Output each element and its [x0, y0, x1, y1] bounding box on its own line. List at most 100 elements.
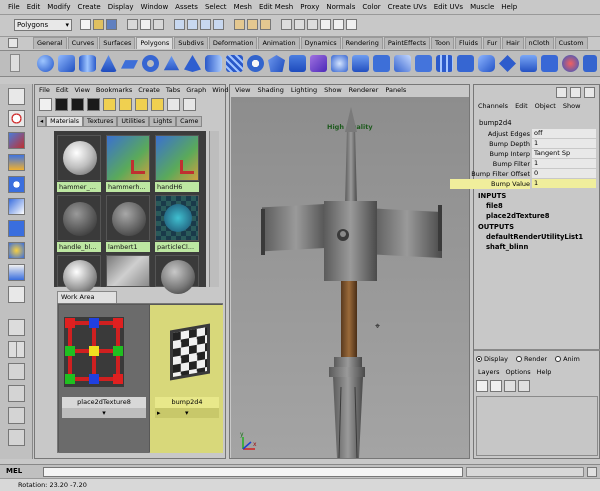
- material-swatch[interactable]: [155, 255, 199, 294]
- input-node[interactable]: file8: [486, 202, 503, 210]
- menu-edit-uvs[interactable]: Edit UVs: [434, 3, 463, 11]
- shelf-tab-subdivs[interactable]: Subdivs: [174, 37, 208, 49]
- vp-menu-view[interactable]: View: [235, 86, 250, 95]
- hs-tab-cameras[interactable]: Came: [176, 116, 203, 127]
- new-scene-icon[interactable]: [80, 19, 91, 30]
- shelf-tab-animation[interactable]: Animation: [258, 37, 300, 49]
- shelf-tab-rendering[interactable]: Rendering: [341, 37, 383, 49]
- cb-menu-channels[interactable]: Channels: [478, 102, 508, 110]
- display-layer-radio[interactable]: Display: [476, 355, 508, 363]
- material-swatch[interactable]: [106, 135, 150, 181]
- extrude-icon[interactable]: [352, 55, 369, 72]
- menu-window[interactable]: Window: [141, 3, 169, 11]
- material-swatch[interactable]: [106, 195, 150, 241]
- hs-tab-materials[interactable]: Materials: [46, 116, 84, 127]
- material-swatch[interactable]: [155, 135, 199, 181]
- menu-proxy[interactable]: Proxy: [300, 3, 319, 11]
- soft-mod-tool-icon[interactable]: [8, 242, 25, 259]
- cb-menu-show[interactable]: Show: [563, 102, 581, 110]
- poly-sphere-icon[interactable]: [37, 55, 54, 72]
- layer-editor-mode-icon[interactable]: [570, 87, 581, 98]
- poly-plane-icon[interactable]: [121, 60, 138, 69]
- place2d-texture-node[interactable]: place2dTexture8 ▾: [59, 305, 149, 453]
- shelf-tab-surfaces[interactable]: Surfaces: [99, 37, 136, 49]
- shelf-tab-general[interactable]: General: [33, 37, 67, 49]
- layer-down-icon[interactable]: [518, 380, 530, 392]
- layer-up-icon[interactable]: [504, 380, 516, 392]
- select-component-icon[interactable]: [153, 19, 164, 30]
- node-expand-icon[interactable]: ▸ ▾: [155, 408, 219, 418]
- show-manipulator-icon[interactable]: [8, 264, 25, 281]
- hs-menu-bookmarks[interactable]: Bookmarks: [96, 86, 132, 95]
- menu-color[interactable]: Color: [362, 3, 380, 11]
- attr-value-field[interactable]: off: [532, 129, 596, 138]
- four-view-layout-icon[interactable]: [8, 341, 25, 358]
- hs-arrow-right-icon[interactable]: [119, 98, 132, 111]
- poly-pyramid-icon[interactable]: [184, 55, 201, 72]
- poly-torus-icon[interactable]: [142, 55, 159, 72]
- scale-tool-icon[interactable]: [8, 198, 25, 215]
- layer-menu-layers[interactable]: Layers: [478, 368, 500, 376]
- menu-modify[interactable]: Modify: [47, 3, 70, 11]
- shelf-tab-polygons[interactable]: Polygons: [136, 37, 174, 49]
- attr-value-field[interactable]: Tangent Sp: [532, 149, 596, 158]
- command-language-label[interactable]: MEL: [6, 467, 22, 475]
- input-output-icon[interactable]: [294, 19, 305, 30]
- shelf-tab-paint-effects[interactable]: PaintEffects: [383, 37, 431, 49]
- menu-edit-mesh[interactable]: Edit Mesh: [259, 3, 293, 11]
- select-tool-icon[interactable]: [8, 88, 25, 105]
- panel-divider[interactable]: [474, 349, 600, 351]
- poly-soccer-ball-icon[interactable]: [247, 55, 264, 72]
- vp-menu-shading[interactable]: Shading: [257, 86, 283, 95]
- ipr-render-icon[interactable]: [247, 19, 258, 30]
- shelf-tab-toon[interactable]: Toon: [431, 37, 454, 49]
- vp-menu-renderer[interactable]: Renderer: [349, 86, 379, 95]
- hammer-model[interactable]: [231, 97, 469, 458]
- snap-surface-icon[interactable]: [213, 19, 224, 30]
- split-mode-icon[interactable]: [584, 87, 595, 98]
- append-polygon-icon[interactable]: [394, 55, 411, 72]
- layer-list[interactable]: [476, 396, 598, 456]
- hs-tab-textures[interactable]: Textures: [83, 116, 118, 127]
- vp-menu-panels[interactable]: Panels: [385, 86, 406, 95]
- hs-output-connections-icon[interactable]: [183, 98, 196, 111]
- wedge-face-icon[interactable]: [520, 55, 537, 72]
- material-swatch[interactable]: [57, 195, 101, 241]
- menu-select[interactable]: Select: [205, 3, 227, 11]
- menu-assets[interactable]: Assets: [175, 3, 198, 11]
- open-scene-icon[interactable]: [93, 19, 104, 30]
- shelf-tab-fluids[interactable]: Fluids: [454, 37, 482, 49]
- bump2d-node[interactable]: bump2d4 ▸ ▾: [150, 305, 223, 453]
- vp-menu-lighting[interactable]: Lighting: [291, 86, 317, 95]
- node-expand-icon[interactable]: ▾: [62, 408, 146, 418]
- hs-toggle-icon[interactable]: [39, 98, 52, 111]
- shelf-tab-ncloth[interactable]: nCloth: [524, 37, 554, 49]
- split-polygon-icon[interactable]: [415, 55, 432, 72]
- vp-menu-show[interactable]: Show: [324, 86, 342, 95]
- separate-icon[interactable]: [310, 55, 327, 72]
- poly-cylinder-icon[interactable]: [79, 55, 96, 72]
- hypershade-persp-layout-icon[interactable]: [8, 407, 25, 424]
- poly-pipe-icon[interactable]: [205, 55, 222, 72]
- material-swatch[interactable]: [57, 255, 101, 294]
- new-layer-selected-icon[interactable]: [490, 380, 502, 392]
- shelf-tab-fur[interactable]: Fur: [482, 37, 502, 49]
- attr-value-field[interactable]: 1: [532, 139, 596, 148]
- render-layer-radio[interactable]: Render: [515, 355, 547, 363]
- layer-menu-help[interactable]: Help: [537, 368, 552, 376]
- select-hierarchy-icon[interactable]: [127, 19, 138, 30]
- swatch-scrollbar[interactable]: [209, 131, 219, 287]
- save-scene-icon[interactable]: [106, 19, 117, 30]
- hs-bin-icon[interactable]: [55, 98, 68, 111]
- output-node[interactable]: defaultRenderUtilityList1: [486, 233, 583, 241]
- poly-platonic-icon[interactable]: [268, 55, 285, 72]
- outputs-section-title[interactable]: OUTPUTS: [478, 223, 514, 231]
- move-tool-icon[interactable]: [8, 154, 25, 171]
- rotate-tool-icon[interactable]: [8, 176, 25, 193]
- poly-cone-icon[interactable]: [100, 55, 117, 72]
- menu-edit[interactable]: Edit: [27, 3, 41, 11]
- cleanup-icon[interactable]: [583, 55, 597, 72]
- shelf-tab-custom[interactable]: Custom: [554, 37, 588, 49]
- bridge-icon[interactable]: [373, 55, 390, 72]
- menu-normals[interactable]: Normals: [326, 3, 355, 11]
